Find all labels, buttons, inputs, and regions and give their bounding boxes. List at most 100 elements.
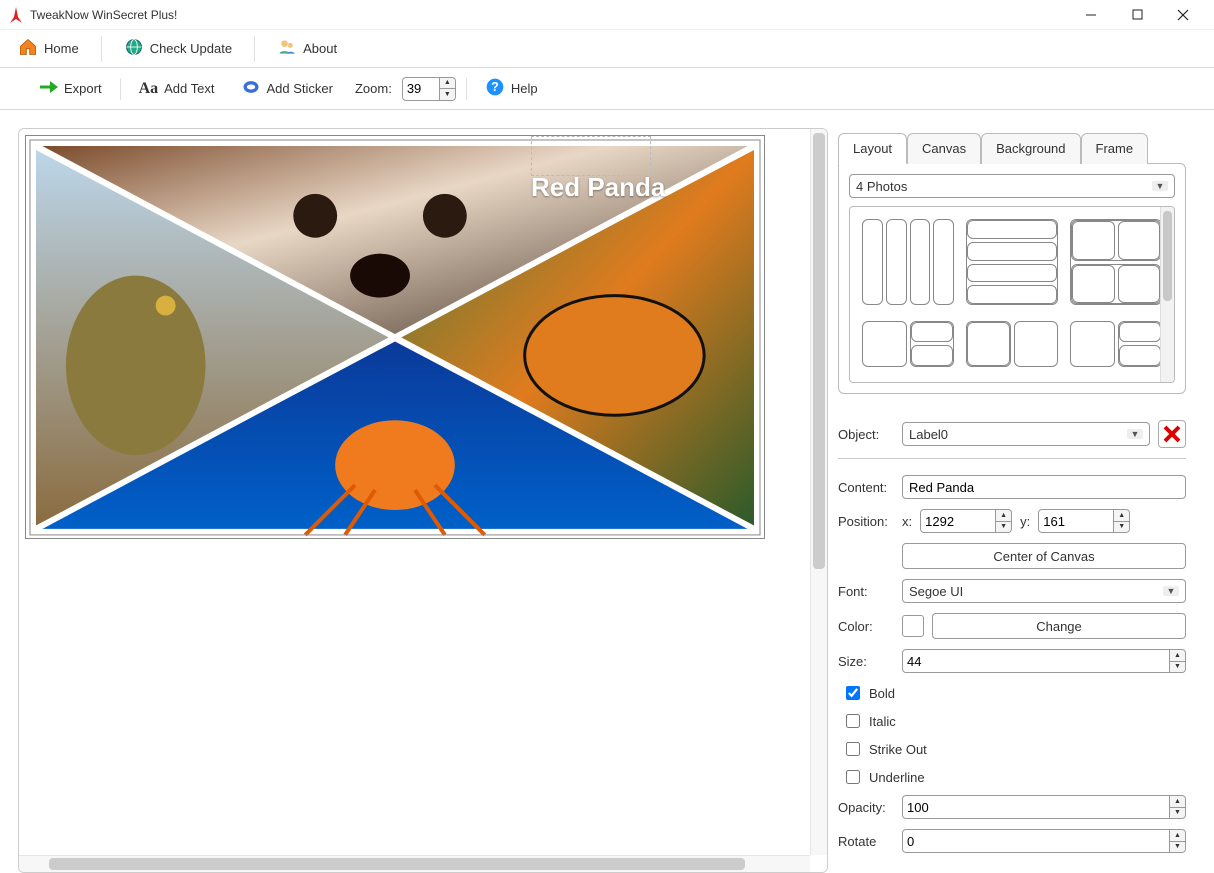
- text-selection-box[interactable]: [531, 136, 651, 176]
- tab-layout[interactable]: Layout: [838, 133, 907, 164]
- menu-check-update[interactable]: Check Update: [114, 33, 242, 64]
- y-label: y:: [1020, 514, 1030, 529]
- opacity-spinner[interactable]: ▲▼: [902, 795, 1186, 819]
- content-input[interactable]: [902, 475, 1186, 499]
- content-label: Content:: [838, 480, 894, 495]
- change-color-label: Change: [1036, 619, 1082, 634]
- underline-label: Underline: [869, 770, 925, 785]
- object-value: Label0: [909, 427, 948, 442]
- opacity-value[interactable]: [903, 796, 1169, 818]
- tab-canvas-label: Canvas: [922, 141, 966, 156]
- help-label: Help: [511, 81, 538, 96]
- zoom-value[interactable]: [403, 78, 439, 100]
- tab-background-label: Background: [996, 141, 1065, 156]
- layout-preset-dropdown[interactable]: 4 Photos ▼: [849, 174, 1175, 198]
- home-icon: [18, 37, 38, 60]
- collage[interactable]: Red Panda: [25, 135, 765, 539]
- minimize-button[interactable]: [1068, 0, 1114, 30]
- size-value[interactable]: [903, 650, 1169, 672]
- bold-label: Bold: [869, 686, 895, 701]
- font-label: Font:: [838, 584, 894, 599]
- object-properties: Object: Label0 ▼ Content: Position: x:: [838, 420, 1186, 863]
- layout-preset-value: 4 Photos: [856, 179, 907, 194]
- tab-frame-label: Frame: [1096, 141, 1134, 156]
- chevron-down-icon: ▼: [1152, 181, 1168, 191]
- size-spinner[interactable]: ▲▼: [902, 649, 1186, 673]
- help-button[interactable]: ? Help: [477, 73, 546, 104]
- vertical-scrollbar[interactable]: [810, 129, 827, 855]
- add-sticker-label: Add Sticker: [267, 81, 333, 96]
- layout-panel: 4 Photos ▼: [838, 163, 1186, 394]
- underline-checkbox[interactable]: Underline: [842, 767, 1186, 787]
- object-label: Object:: [838, 427, 894, 442]
- rotate-label: Rotate: [838, 834, 894, 849]
- x-label: x:: [902, 514, 912, 529]
- font-value: Segoe UI: [909, 584, 963, 599]
- globe-icon: [124, 37, 144, 60]
- sticker-icon: [241, 77, 261, 100]
- tab-layout-label: Layout: [853, 141, 892, 156]
- y-value[interactable]: [1039, 510, 1113, 532]
- add-text-button[interactable]: Aa Add Text: [131, 76, 223, 102]
- color-swatch[interactable]: [902, 615, 924, 637]
- menu-about-label: About: [303, 41, 337, 56]
- center-canvas-label: Center of Canvas: [993, 549, 1094, 564]
- menu-home-label: Home: [44, 41, 79, 56]
- canvas-scroll[interactable]: Red Panda: [19, 129, 827, 872]
- italic-checkbox[interactable]: Italic: [842, 711, 1186, 731]
- window-title: TweakNow WinSecret Plus!: [30, 8, 177, 22]
- menubar: Home Check Update About: [0, 30, 1214, 68]
- text-icon: Aa: [139, 80, 159, 98]
- layout-templates[interactable]: [849, 206, 1175, 383]
- menu-check-update-label: Check Update: [150, 41, 232, 56]
- zoom-down[interactable]: ▼: [440, 89, 455, 100]
- zoom-label: Zoom:: [355, 81, 392, 96]
- titlebar: TweakNow WinSecret Plus!: [0, 0, 1214, 30]
- menu-about[interactable]: About: [267, 33, 347, 64]
- people-icon: [277, 37, 297, 60]
- close-button[interactable]: [1160, 0, 1206, 30]
- opacity-label: Opacity:: [838, 800, 894, 815]
- bold-checkbox[interactable]: Bold: [842, 683, 1186, 703]
- italic-label: Italic: [869, 714, 896, 729]
- side-panel: Layout Canvas Background Frame 4 Photos …: [834, 122, 1214, 873]
- rotate-value[interactable]: [903, 830, 1169, 852]
- tab-background[interactable]: Background: [981, 133, 1080, 164]
- canvas-area: Red Panda: [18, 128, 828, 873]
- tab-canvas[interactable]: Canvas: [907, 133, 981, 164]
- chevron-down-icon: ▼: [1163, 586, 1179, 596]
- delete-object-button[interactable]: [1158, 420, 1186, 448]
- color-label: Color:: [838, 619, 894, 634]
- add-sticker-button[interactable]: Add Sticker: [233, 73, 341, 104]
- help-icon: ?: [485, 77, 505, 100]
- export-button[interactable]: Export: [30, 75, 110, 102]
- strikeout-checkbox[interactable]: Strike Out: [842, 739, 1186, 759]
- svg-text:?: ?: [491, 80, 499, 94]
- export-label: Export: [64, 81, 102, 96]
- x-spinner[interactable]: ▲▼: [920, 509, 1012, 533]
- horizontal-scrollbar[interactable]: [19, 855, 810, 872]
- y-spinner[interactable]: ▲▼: [1038, 509, 1130, 533]
- rotate-spinner[interactable]: ▲▼: [902, 829, 1186, 853]
- size-label: Size:: [838, 654, 894, 669]
- app-icon: [8, 7, 24, 23]
- zoom-spinner[interactable]: ▲ ▼: [402, 77, 456, 101]
- strikeout-label: Strike Out: [869, 742, 927, 757]
- zoom-up[interactable]: ▲: [440, 78, 455, 90]
- change-color-button[interactable]: Change: [932, 613, 1186, 639]
- add-text-label: Add Text: [164, 81, 214, 96]
- tab-frame[interactable]: Frame: [1081, 133, 1149, 164]
- maximize-button[interactable]: [1114, 0, 1160, 30]
- tabs: Layout Canvas Background Frame: [838, 132, 1186, 163]
- menu-home[interactable]: Home: [8, 33, 89, 64]
- position-label: Position:: [838, 514, 894, 529]
- canvas-text-label[interactable]: Red Panda: [531, 172, 665, 203]
- chevron-down-icon: ▼: [1127, 429, 1143, 439]
- toolbar: Export Aa Add Text Add Sticker Zoom: ▲ ▼…: [0, 68, 1214, 110]
- object-dropdown[interactable]: Label0 ▼: [902, 422, 1150, 446]
- x-value[interactable]: [921, 510, 995, 532]
- layout-scrollbar[interactable]: [1160, 207, 1174, 382]
- arrow-right-icon: [38, 79, 58, 98]
- font-dropdown[interactable]: Segoe UI ▼: [902, 579, 1186, 603]
- center-canvas-button[interactable]: Center of Canvas: [902, 543, 1186, 569]
